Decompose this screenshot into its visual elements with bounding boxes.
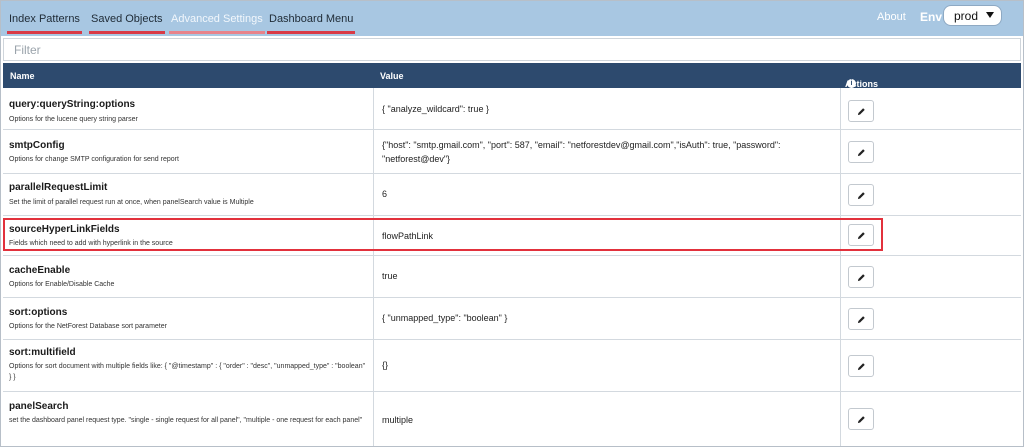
setting-value-cell: 6 [374, 174, 841, 215]
advanced-settings-window: Index Patterns Saved Objects Advanced Se… [0, 0, 1024, 447]
setting-name-cell: sort:options Options for the NetForest D… [3, 298, 374, 339]
table-row: cacheEnable Options for Enable/Disable C… [3, 256, 1021, 298]
tab-underline [7, 31, 82, 34]
actions-cell [841, 130, 1021, 173]
setting-value-cell: {"host": "smtp.gmail.com", "port": 587, … [374, 130, 841, 173]
setting-name: query:queryString:options [9, 99, 136, 110]
pencil-icon [857, 192, 865, 200]
header-value: Value [380, 71, 404, 81]
setting-description: set the dashboard panel request type. "s… [9, 417, 363, 424]
table-row: query:queryString:options Options for th… [3, 88, 1021, 130]
pencil-icon [857, 149, 865, 157]
setting-name-cell: sourceHyperLinkFields Fields which need … [3, 216, 374, 255]
setting-description: Options for the lucene query string pars… [9, 116, 138, 123]
setting-name-cell: cacheEnable Options for Enable/Disable C… [3, 256, 374, 297]
setting-name-cell: parallelRequestLimit Set the limit of pa… [3, 174, 374, 215]
table-row: panelSearch set the dashboard panel requ… [3, 392, 1021, 446]
table-header: Name Value Actions i [3, 63, 1021, 89]
env-select[interactable]: prod [943, 5, 1002, 26]
setting-name-cell: smtpConfig Options for change SMTP confi… [3, 130, 374, 173]
setting-name: cacheEnable [9, 265, 71, 276]
table-row: sourceHyperLinkFields Fields which need … [3, 216, 1021, 256]
tab-saved-objects[interactable]: Saved Objects [89, 13, 165, 34]
setting-name-cell: panelSearch set the dashboard panel requ… [3, 392, 374, 446]
setting-value: { "analyze_wildcard": true } [382, 104, 489, 114]
env-label: Env [920, 10, 943, 24]
pencil-icon [857, 274, 865, 282]
edit-button[interactable] [848, 141, 874, 163]
tab-underline [89, 31, 165, 34]
setting-description: Fields which need to add with hyperlink … [9, 240, 173, 247]
about-link[interactable]: About [877, 11, 906, 23]
tab-underline [169, 31, 265, 34]
tab-dashboard-menu[interactable]: Dashboard Menu [267, 13, 356, 34]
setting-value-cell: true [374, 256, 841, 297]
setting-description: Options for Enable/Disable Cache [9, 281, 115, 288]
actions-cell [841, 340, 1021, 391]
actions-cell [841, 216, 1021, 255]
actions-cell [841, 174, 1021, 215]
setting-name: smtpConfig [9, 140, 65, 151]
pencil-icon [857, 232, 865, 240]
setting-value: true [382, 271, 398, 281]
pencil-icon [857, 363, 865, 371]
actions-cell [841, 88, 1021, 129]
table-row: smtpConfig Options for change SMTP confi… [3, 130, 1021, 174]
setting-value-cell: { "unmapped_type": "boolean" } [374, 298, 841, 339]
setting-value: multiple [382, 415, 414, 425]
setting-description: Options for the NetForest Database sort … [9, 323, 167, 330]
edit-button[interactable] [848, 355, 874, 377]
edit-button[interactable] [848, 266, 874, 288]
edit-button[interactable] [848, 100, 874, 122]
tab-advanced-settings[interactable]: Advanced Settings [169, 13, 265, 34]
setting-name: panelSearch [9, 401, 69, 412]
setting-name: sort:options [9, 307, 68, 318]
actions-cell [841, 256, 1021, 297]
setting-name: parallelRequestLimit [9, 182, 108, 193]
tab-index-patterns[interactable]: Index Patterns [7, 13, 82, 34]
tab-underline [267, 31, 356, 34]
edit-button[interactable] [848, 184, 874, 206]
edit-button[interactable] [848, 308, 874, 330]
table-row: parallelRequestLimit Set the limit of pa… [3, 174, 1021, 216]
setting-value-cell: flowPathLink [374, 216, 841, 255]
setting-value: { "unmapped_type": "boolean" } [382, 313, 508, 323]
setting-value: {"host": "smtp.gmail.com", "port": 587, … [382, 140, 781, 164]
setting-description: Options for change SMTP configuration fo… [9, 156, 179, 163]
setting-value-cell: multiple [374, 392, 841, 446]
caret-down-icon [986, 12, 994, 18]
edit-button[interactable] [848, 224, 874, 246]
top-nav-bar: Index Patterns Saved Objects Advanced Se… [1, 1, 1023, 36]
info-icon[interactable]: i [847, 79, 856, 88]
table-row: sort:options Options for the NetForest D… [3, 298, 1021, 340]
setting-description: Options for sort document with multiple … [9, 363, 366, 381]
setting-name-cell: query:queryString:options Options for th… [3, 88, 374, 129]
setting-name: sort:multifield [9, 347, 76, 358]
setting-value-cell: { "analyze_wildcard": true } [374, 88, 841, 129]
setting-value-cell: {} [374, 340, 841, 391]
actions-cell [841, 392, 1021, 446]
actions-cell [841, 298, 1021, 339]
pencil-icon [857, 316, 865, 324]
pencil-icon [857, 416, 865, 424]
setting-value: flowPathLink [382, 231, 434, 241]
env-select-value: prod [954, 9, 979, 23]
header-name: Name [10, 71, 35, 81]
edit-button[interactable] [848, 408, 874, 430]
setting-description: Set the limit of parallel request run at… [9, 199, 254, 206]
table-row: sort:multifield Options for sort documen… [3, 340, 1021, 392]
pencil-icon [857, 108, 865, 116]
setting-value: 6 [382, 189, 388, 199]
setting-value: {} [382, 360, 389, 370]
filter-input[interactable] [3, 38, 1021, 61]
setting-name-cell: sort:multifield Options for sort documen… [3, 340, 374, 391]
setting-name: sourceHyperLinkFields [9, 224, 120, 235]
